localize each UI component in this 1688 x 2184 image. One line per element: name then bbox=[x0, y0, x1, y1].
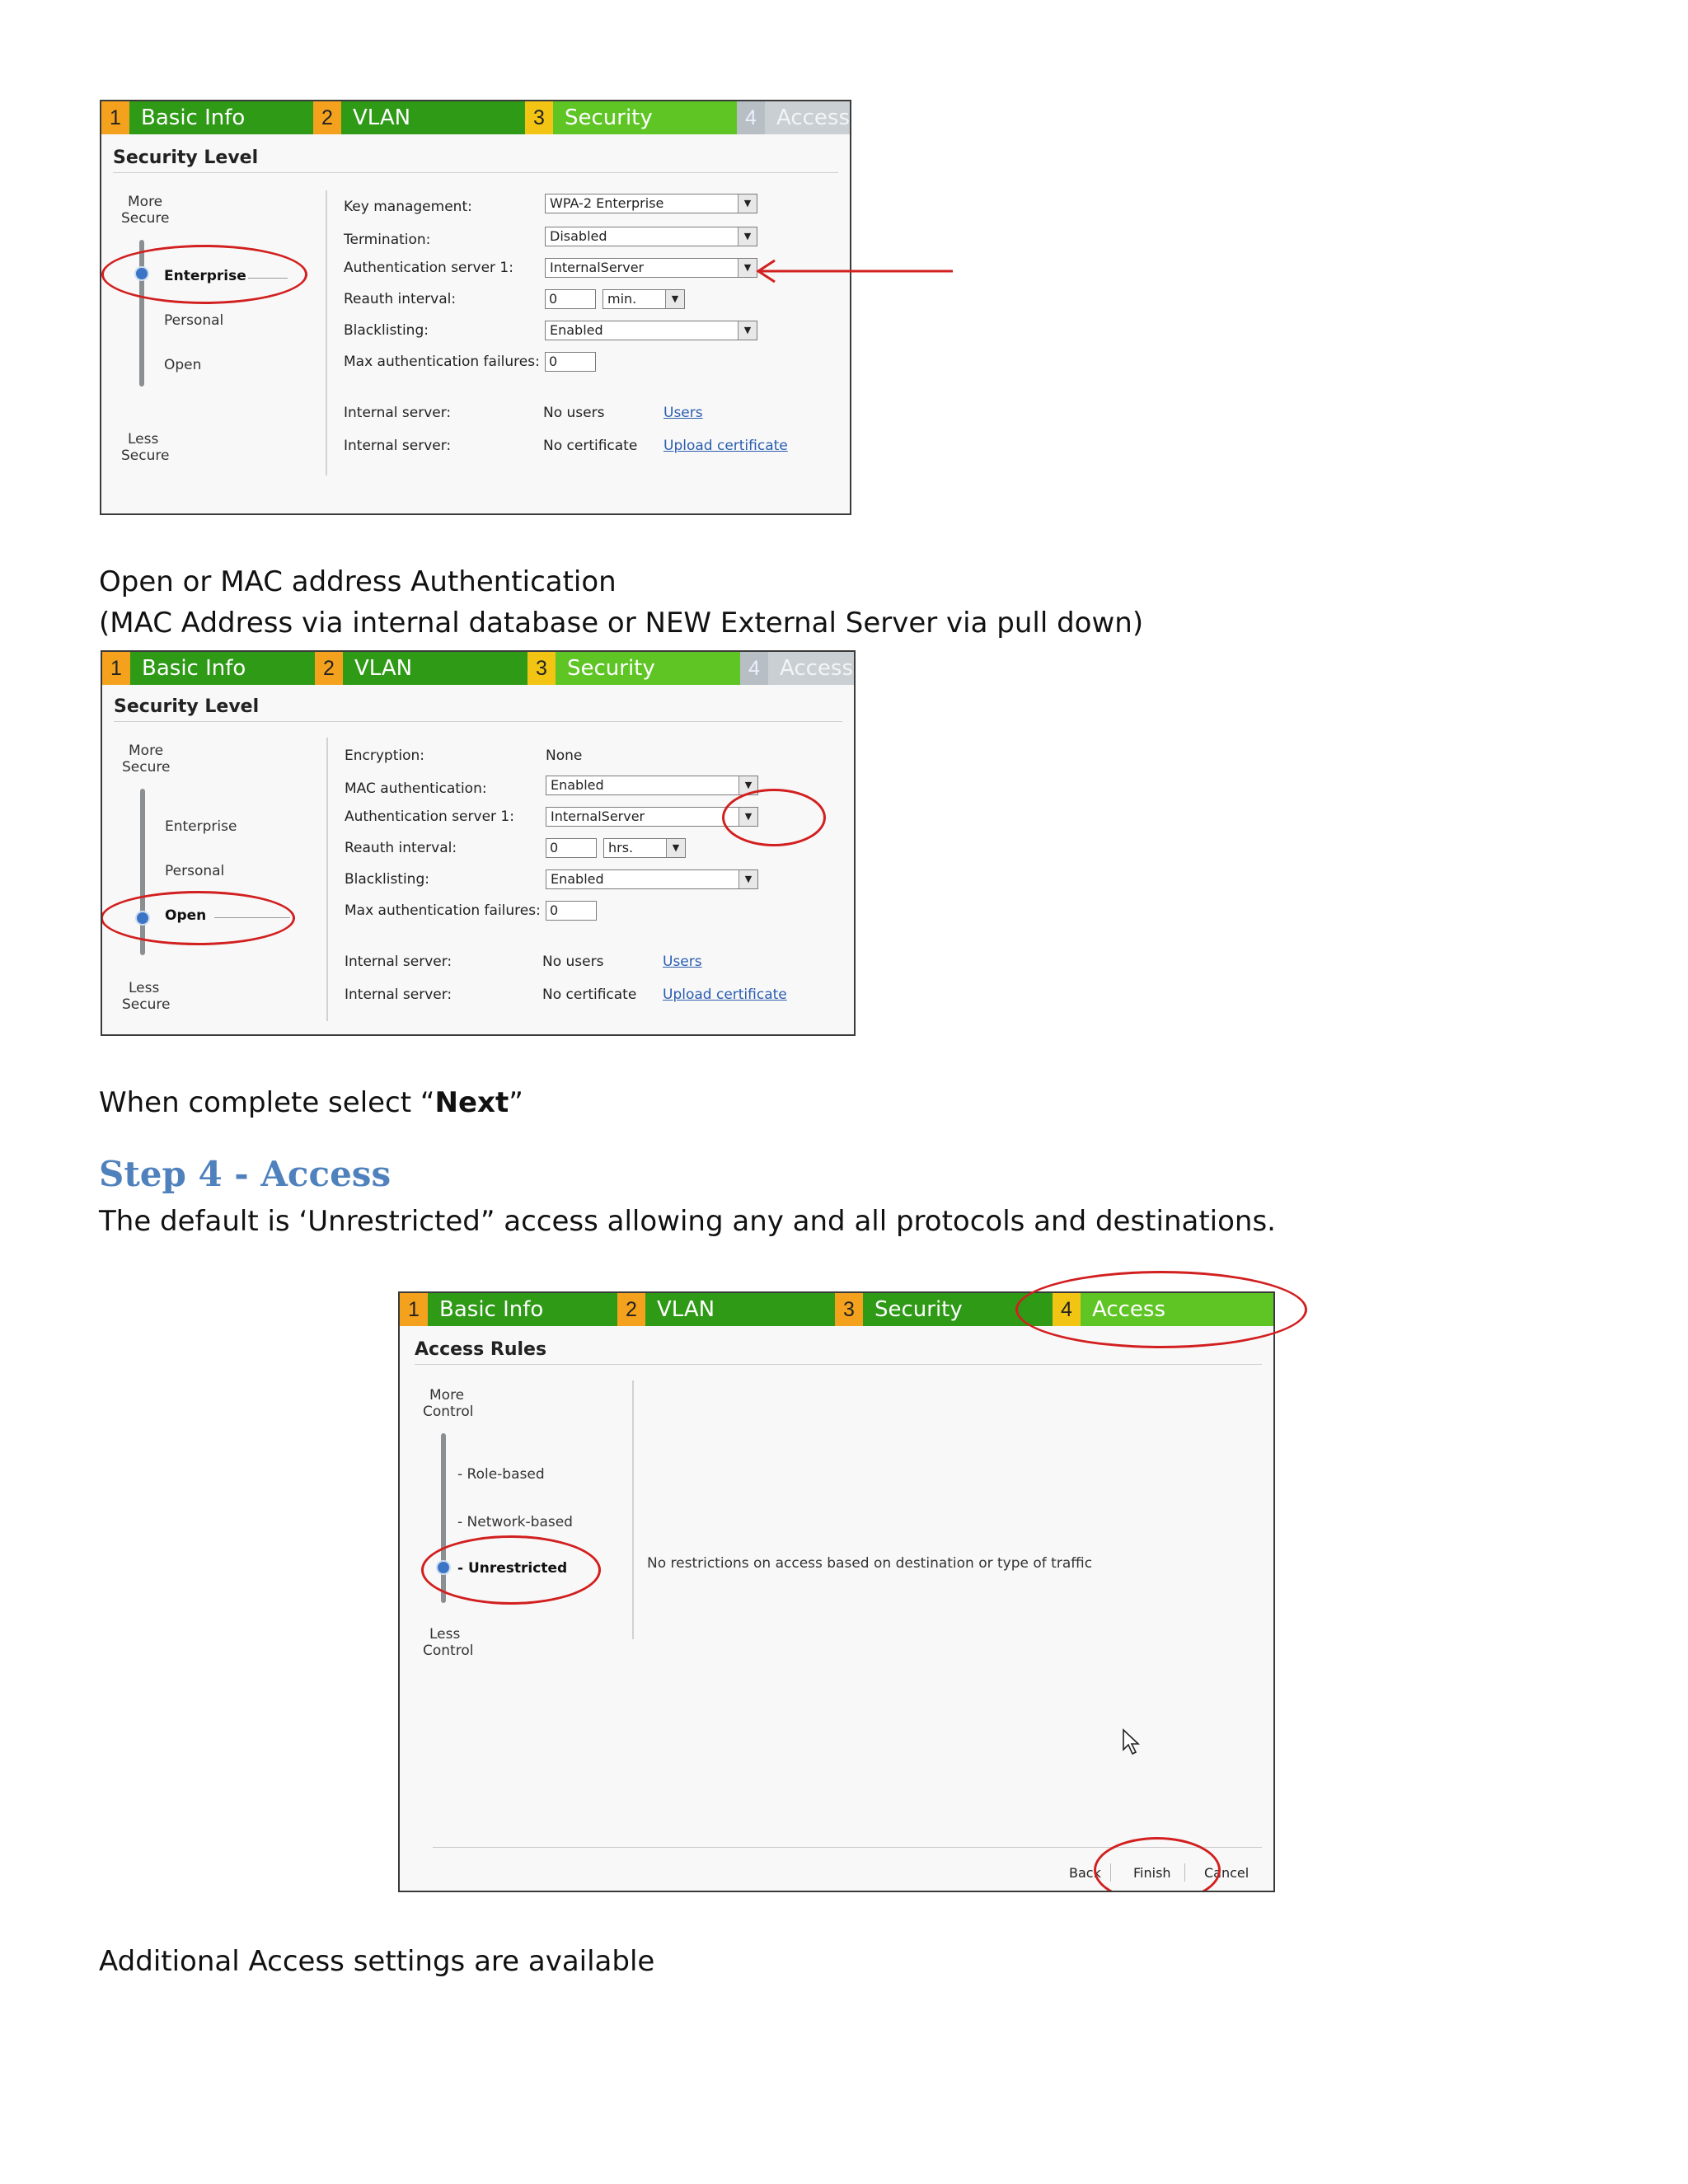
chevron-down-icon[interactable]: ▼ bbox=[665, 290, 684, 308]
internal-server-cert-label: Internal server: bbox=[344, 438, 452, 454]
encryption-label: Encryption: bbox=[345, 748, 424, 764]
auth-server-label: Authentication server 1: bbox=[344, 260, 513, 276]
internal-server-users-value: No users bbox=[542, 954, 604, 970]
screenshot-access-rules: 1 Basic Info 2 VLAN 3 Security 4 Access Acce… bbox=[398, 1291, 1275, 1892]
level-network-based[interactable]: - Network-based bbox=[457, 1514, 573, 1530]
para-additional-settings: Additional Access settings are available bbox=[99, 1945, 655, 1978]
chevron-down-icon[interactable]: ▼ bbox=[738, 870, 757, 888]
internal-server-cert-value: No certificate bbox=[543, 438, 638, 454]
auth-server-select[interactable]: InternalServer ▼ bbox=[545, 258, 757, 278]
reauth-interval-input[interactable]: 0 bbox=[546, 838, 597, 858]
section-divider bbox=[113, 172, 838, 173]
less-secure-label: Less Secure bbox=[122, 980, 171, 1013]
termination-select[interactable]: Disabled ▼ bbox=[545, 227, 757, 246]
mouse-cursor-icon bbox=[1123, 1728, 1141, 1755]
tab-vlan[interactable]: 2 VLAN bbox=[313, 101, 525, 134]
tab-vlan[interactable]: 2 VLAN bbox=[617, 1293, 835, 1326]
blacklisting-label: Blacklisting: bbox=[345, 871, 429, 888]
annotation-circle-dropdown bbox=[722, 789, 826, 846]
chevron-down-icon[interactable]: ▼ bbox=[738, 227, 757, 246]
para-step4-description: The default is ‘Unrestricted” access all… bbox=[99, 1205, 1276, 1238]
reauth-interval-input[interactable]: 0 bbox=[545, 289, 596, 309]
level-open[interactable]: Open bbox=[164, 357, 201, 373]
step4-heading: Step 4 - Access bbox=[99, 1154, 392, 1194]
panel-divider bbox=[326, 738, 328, 1021]
mac-auth-label: MAC authentication: bbox=[345, 780, 487, 797]
chevron-down-icon[interactable]: ▼ bbox=[738, 194, 757, 213]
max-auth-failures-input[interactable]: 0 bbox=[545, 352, 596, 372]
encryption-value: None bbox=[546, 748, 583, 764]
tab-security[interactable]: 3 Security bbox=[528, 652, 740, 685]
reauth-interval-label: Reauth interval: bbox=[344, 291, 457, 307]
more-secure-label: More Secure bbox=[121, 194, 170, 227]
users-link[interactable]: Users bbox=[663, 954, 702, 970]
annotation-arrow bbox=[756, 259, 953, 284]
upload-certificate-link[interactable]: Upload certificate bbox=[663, 987, 787, 1003]
internal-server-cert-value: No certificate bbox=[542, 987, 637, 1003]
access-description: No restrictions on access based on desti… bbox=[647, 1555, 1093, 1572]
annotation-circle-open bbox=[102, 891, 295, 945]
users-link[interactable]: Users bbox=[663, 405, 703, 421]
annotation-circle-unrestricted bbox=[421, 1535, 601, 1605]
internal-server-users-label: Internal server: bbox=[345, 954, 452, 970]
less-secure-label: Less Secure bbox=[121, 431, 170, 464]
tab-basic-info[interactable]: 1 Basic Info bbox=[101, 101, 313, 134]
tab-access[interactable]: 4 Access bbox=[740, 652, 854, 685]
wizard-tab-bar: 1 Basic Info 2 VLAN 3 Security 4 Access bbox=[101, 101, 850, 134]
screenshot-open-security: 1 Basic Info 2 VLAN 3 Security 4 Access Secu… bbox=[101, 650, 856, 1036]
level-personal[interactable]: Personal bbox=[165, 863, 224, 879]
para-next-instruction: When complete select “Next” bbox=[99, 1086, 523, 1119]
internal-server-users-label: Internal server: bbox=[344, 405, 452, 421]
screenshot-enterprise-security: 1 Basic Info 2 VLAN 3 Security 4 Access Secu… bbox=[100, 100, 851, 515]
max-auth-failures-label: Max authentication failures: bbox=[344, 354, 540, 370]
chevron-down-icon[interactable]: ▼ bbox=[666, 839, 685, 857]
reauth-unit-select[interactable]: min. ▼ bbox=[603, 289, 685, 309]
panel-divider bbox=[326, 190, 327, 476]
chevron-down-icon[interactable]: ▼ bbox=[738, 321, 757, 340]
more-secure-label: More Secure bbox=[122, 743, 171, 776]
tab-security[interactable]: 3 Security bbox=[525, 101, 737, 134]
termination-label: Termination: bbox=[344, 232, 431, 248]
annotation-circle-finish bbox=[1094, 1837, 1221, 1891]
tab-basic-info[interactable]: 1 Basic Info bbox=[400, 1293, 617, 1326]
less-control-label: Less Control bbox=[423, 1626, 474, 1659]
level-role-based[interactable]: - Role-based bbox=[457, 1466, 545, 1483]
reauth-interval-label: Reauth interval: bbox=[345, 840, 457, 856]
tab-access[interactable]: 4 Access bbox=[737, 101, 850, 134]
level-personal[interactable]: Personal bbox=[164, 312, 223, 329]
section-divider bbox=[114, 721, 842, 722]
more-control-label: More Control bbox=[423, 1387, 474, 1420]
level-enterprise[interactable]: Enterprise bbox=[165, 818, 237, 835]
blacklisting-select[interactable]: Enabled ▼ bbox=[546, 869, 758, 889]
mac-auth-select[interactable]: Enabled ▼ bbox=[546, 776, 758, 795]
annotation-circle-enterprise bbox=[101, 245, 307, 304]
internal-server-users-value: No users bbox=[543, 405, 605, 421]
internal-server-cert-label: Internal server: bbox=[345, 987, 452, 1003]
auth-server-label: Authentication server 1: bbox=[345, 808, 514, 825]
blacklisting-label: Blacklisting: bbox=[344, 322, 429, 339]
blacklisting-select[interactable]: Enabled ▼ bbox=[545, 321, 757, 340]
tab-vlan[interactable]: 2 VLAN bbox=[315, 652, 528, 685]
section-divider bbox=[415, 1364, 1262, 1365]
panel-divider bbox=[632, 1380, 634, 1639]
tab-basic-info[interactable]: 1 Basic Info bbox=[102, 652, 315, 685]
section-title: Access Rules bbox=[415, 1339, 547, 1360]
max-auth-failures-input[interactable]: 0 bbox=[546, 901, 597, 921]
annotation-circle-access-tab bbox=[1015, 1271, 1307, 1348]
upload-certificate-link[interactable]: Upload certificate bbox=[663, 438, 788, 454]
para-open-mac-detail: (MAC Address via internal database or NE… bbox=[99, 607, 1144, 640]
max-auth-failures-label: Max authentication failures: bbox=[345, 902, 541, 919]
key-management-select[interactable]: WPA-2 Enterprise ▼ bbox=[545, 194, 757, 213]
para-open-mac-title: Open or MAC address Authentication bbox=[99, 565, 617, 598]
reauth-unit-select[interactable]: hrs. ▼ bbox=[603, 838, 686, 858]
section-title: Security Level bbox=[114, 696, 260, 717]
section-title: Security Level bbox=[113, 148, 259, 168]
key-management-label: Key management: bbox=[344, 199, 472, 215]
wizard-tab-bar: 1 Basic Info 2 VLAN 3 Security 4 Access bbox=[102, 652, 854, 685]
